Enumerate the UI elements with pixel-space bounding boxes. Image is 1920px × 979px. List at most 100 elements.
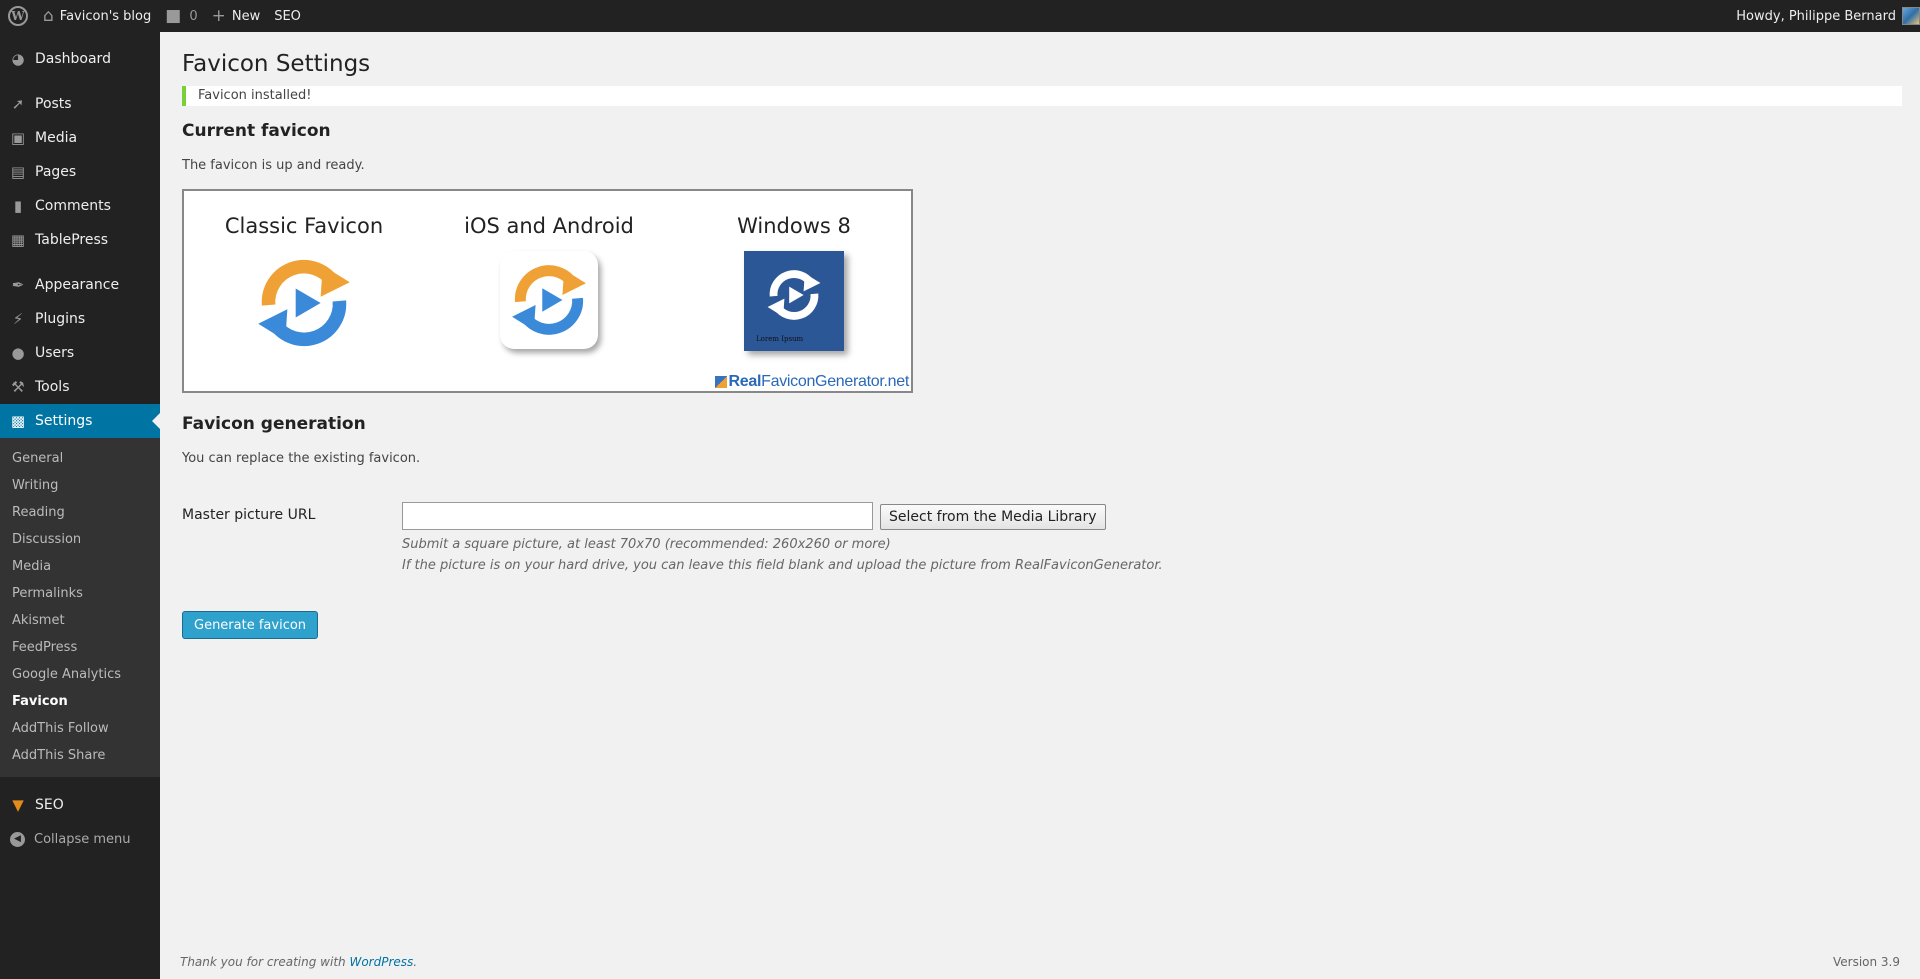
sidebar-item-comments[interactable]: ▮ Comments: [0, 189, 160, 223]
sidebar-item-label: Plugins: [35, 311, 86, 327]
comments-count: 0: [189, 8, 198, 24]
main-content: Favicon Settings Favicon installed! Curr…: [160, 32, 1920, 979]
hint-line-2: If the picture is on your hard drive, yo…: [402, 558, 1163, 573]
account-menu[interactable]: Howdy, Philippe Bernard: [1729, 0, 1920, 32]
rfg-logo-real: Real: [728, 373, 762, 390]
sidebar-item-dashboard[interactable]: ◕ Dashboard: [0, 42, 160, 76]
comments-link[interactable]: ■ 0: [158, 0, 204, 32]
wrench-icon: ⚒: [11, 378, 25, 396]
sidebar-item-label: TablePress: [35, 232, 109, 248]
master-picture-url-input[interactable]: [402, 502, 873, 530]
collapse-menu-button[interactable]: ◀ Collapse menu: [0, 822, 160, 856]
site-name-link[interactable]: ⌂ Favicon's blog: [36, 0, 158, 32]
new-content-link[interactable]: + New: [205, 0, 268, 32]
windows-favicon-preview: Windows 8 Lorem Ipsum: [674, 213, 914, 351]
sidebar-item-label: Appearance: [35, 277, 120, 293]
submenu-item-favicon[interactable]: Favicon: [0, 688, 160, 715]
brush-icon: ✒: [11, 276, 25, 294]
seo-link[interactable]: SEO: [267, 0, 308, 32]
success-notice: Favicon installed!: [182, 86, 1902, 106]
home-icon: ⌂: [43, 5, 54, 26]
favicon-generation-text: You can replace the existing favicon.: [182, 451, 421, 466]
collapse-arrow-icon: ◀: [10, 831, 25, 847]
sidebar-item-label: Media: [35, 130, 78, 146]
plug-icon: ⚡: [12, 310, 24, 328]
footer-thanks-suffix: .: [413, 955, 418, 969]
submenu-item-reading[interactable]: Reading: [0, 499, 160, 526]
admin-bar: W ⌂ Favicon's blog ■ 0 + New SEO Howdy, …: [0, 0, 1920, 32]
select-media-library-button[interactable]: Select from the Media Library: [880, 504, 1106, 530]
master-picture-row: Master picture URL Select from the Media…: [182, 502, 1900, 530]
submenu-item-addthis-share[interactable]: AddThis Share: [0, 742, 160, 769]
sidebar-item-media[interactable]: ▣ Media: [0, 121, 160, 155]
wordpress-link[interactable]: WordPress: [349, 955, 413, 969]
submenu-item-permalinks[interactable]: Permalinks: [0, 580, 160, 607]
pin-icon: ➚: [11, 95, 25, 113]
comments-icon: ▮: [13, 197, 23, 215]
submenu-item-akismet[interactable]: Akismet: [0, 607, 160, 634]
comment-bubble-icon: ■: [165, 5, 182, 26]
wordpress-logo-icon[interactable]: W: [0, 0, 36, 32]
footer-thanks-prefix: Thank you for creating with: [180, 955, 350, 969]
master-picture-hint: Submit a square picture, at least 70x70 …: [402, 534, 1900, 576]
pages-icon: ▤: [10, 163, 26, 181]
admin-sidebar: ◕ Dashboard ➚ Posts ▣ Media ▤ Pages ▮ Co…: [0, 32, 160, 979]
submenu-item-general[interactable]: General: [0, 445, 160, 472]
footer: Thank you for creating with WordPress. V…: [180, 955, 1900, 969]
settings-icon: ▩: [10, 412, 26, 430]
sidebar-item-label: SEO: [35, 797, 64, 813]
sidebar-item-label: Tools: [35, 379, 70, 395]
sidebar-item-plugins[interactable]: ⚡ Plugins: [0, 302, 160, 336]
hint-line-1: Submit a square picture, at least 70x70 …: [402, 537, 891, 552]
submenu-item-discussion[interactable]: Discussion: [0, 526, 160, 553]
sidebar-item-label: Users: [35, 345, 75, 361]
sidebar-item-label: Pages: [35, 164, 77, 180]
table-icon: ▦: [10, 231, 26, 249]
ios-favicon-title: iOS and Android: [464, 214, 634, 238]
notice-text: Favicon installed!: [198, 88, 312, 103]
footer-version: Version 3.9: [1832, 955, 1900, 969]
collapse-menu-label: Collapse menu: [34, 831, 131, 847]
favicon-generation-heading: Favicon generation: [182, 414, 366, 434]
sidebar-item-label: Comments: [35, 198, 111, 214]
generate-favicon-button[interactable]: Generate favicon: [182, 611, 319, 639]
favicon-preview: Classic Favicon iOS and Android Windows …: [182, 189, 913, 393]
page-title: Favicon Settings: [182, 51, 371, 77]
sidebar-item-label: Settings: [35, 413, 93, 429]
ios-favicon-image: [500, 251, 598, 349]
media-icon: ▣: [10, 129, 26, 147]
submenu-item-feedpress[interactable]: FeedPress: [0, 634, 160, 661]
plus-icon: +: [211, 5, 226, 26]
sidebar-item-users[interactable]: ● Users: [0, 336, 160, 370]
rfg-mark-icon: [714, 376, 727, 388]
sidebar-item-posts[interactable]: ➚ Posts: [0, 87, 160, 121]
submenu-item-writing[interactable]: Writing: [0, 472, 160, 499]
new-label: New: [231, 8, 261, 24]
classic-favicon-title: Classic Favicon: [224, 214, 384, 238]
windows-favicon-title: Windows 8: [737, 214, 851, 238]
classic-favicon-image: [252, 251, 356, 355]
submenu-item-media[interactable]: Media: [0, 553, 160, 580]
sidebar-item-label: Dashboard: [35, 51, 111, 67]
sidebar-item-settings[interactable]: ▩ Settings: [0, 404, 160, 438]
classic-favicon-preview: Classic Favicon: [184, 213, 424, 355]
users-icon: ●: [11, 344, 25, 362]
sidebar-item-pages[interactable]: ▤ Pages: [0, 155, 160, 189]
site-name-label: Favicon's blog: [59, 8, 152, 24]
sidebar-item-seo[interactable]: ▼ SEO: [0, 788, 160, 822]
sidebar-item-tablepress[interactable]: ▦ TablePress: [0, 223, 160, 257]
seo-label: SEO: [274, 8, 301, 24]
realfavicongenerator-logo[interactable]: Real FaviconGenerator.net: [714, 373, 909, 391]
windows-tile-image: Lorem Ipsum: [744, 251, 844, 351]
tile-label: Lorem Ipsum: [756, 335, 804, 343]
submenu-item-addthis-follow[interactable]: AddThis Follow: [0, 715, 160, 742]
sidebar-item-tools[interactable]: ⚒ Tools: [0, 370, 160, 404]
sidebar-item-label: Posts: [35, 96, 72, 112]
seo-icon: ▼: [12, 796, 24, 814]
submenu-item-google-analytics[interactable]: Google Analytics: [0, 661, 160, 688]
rfg-logo-rest: FaviconGenerator.net: [761, 373, 909, 390]
footer-thanks: Thank you for creating with WordPress.: [180, 955, 417, 969]
settings-submenu: General Writing Reading Discussion Media…: [0, 438, 160, 777]
sidebar-item-appearance[interactable]: ✒ Appearance: [0, 268, 160, 302]
greeting-label: Howdy, Philippe Bernard: [1736, 8, 1896, 24]
